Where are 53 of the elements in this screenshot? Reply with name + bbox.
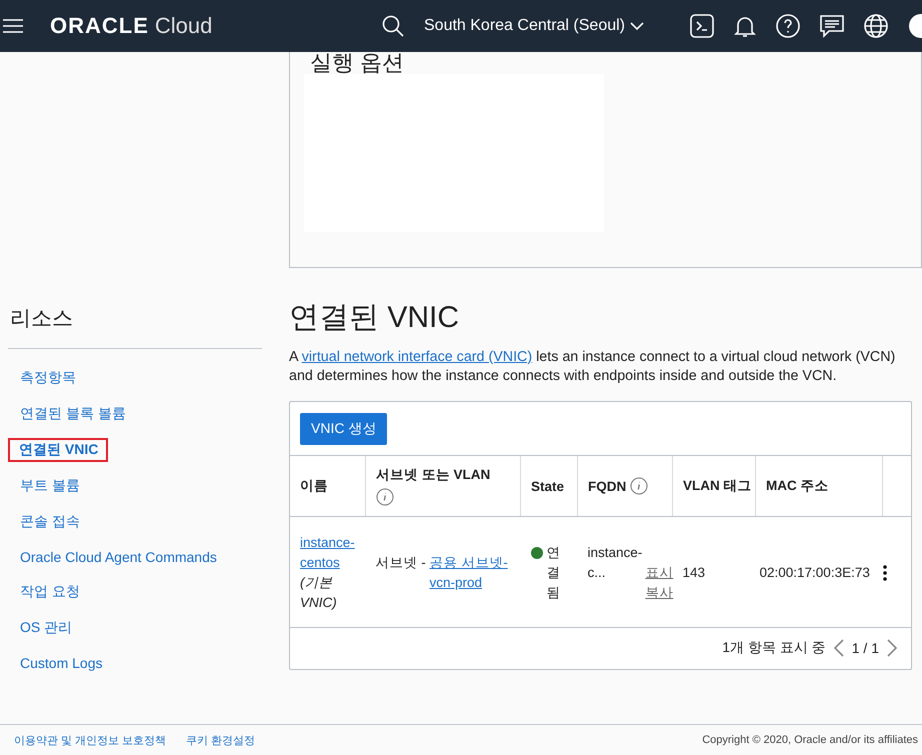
description-text: A virtual network interface card (VNIC) lets an instance connect to a virtual cloud network (VCN) and determines how the instance connects with endpoints inside and outside the VCN. [289, 348, 896, 386]
bell-icon[interactable] [734, 14, 756, 38]
more-icon[interactable] [882, 565, 886, 581]
table-cell: 서브넷 - 공용 서브넷-vcn-prod [376, 553, 512, 593]
table-cell: 143 [682, 565, 706, 580]
menu-icon[interactable] [2, 18, 24, 34]
chevron-down-icon[interactable] [630, 22, 644, 30]
item-count: 1개 항목 표시 중 [722, 639, 826, 657]
sidebar-link[interactable]: 부트 볼륨 [8, 468, 261, 504]
sidebar-title: 리소스 [8, 302, 262, 349]
column-header: State [531, 478, 564, 494]
sidebar-link[interactable]: 연결된 블록 볼륨 [8, 396, 261, 432]
copy-link[interactable]: 복사 [645, 583, 674, 603]
table-cell-text: (기본 VNIC) [300, 574, 338, 612]
sidebar-link[interactable]: 측정항목 [8, 360, 261, 396]
vnic-link[interactable]: virtual network interface card (VNIC) [302, 349, 532, 365]
sidebar-link[interactable]: 콘솔 접속 [8, 504, 261, 540]
subnet-link[interactable]: 공용 서브넷-vcn-prod [430, 553, 510, 593]
globe-icon[interactable] [864, 14, 888, 38]
avatar-icon[interactable] [908, 13, 922, 39]
search-icon[interactable] [382, 15, 404, 37]
footer-link[interactable]: 이용약관 및 개인정보 보호정책 [14, 732, 166, 748]
panel-heading: 실행 옵션 [309, 52, 406, 74]
sidebar-link[interactable]: 연결된 VNIC [8, 438, 108, 462]
column-header: 이름 [300, 477, 328, 495]
chat-icon[interactable] [820, 14, 844, 38]
help-icon[interactable] [776, 14, 800, 38]
column-header: FQDN [588, 478, 626, 494]
page-indicator: 1 / 1 [852, 640, 879, 656]
column-header: 서브넷 또는 VLAN [376, 466, 490, 484]
terminal-icon[interactable] [690, 14, 714, 38]
section-title: 연결된 VNIC [289, 300, 460, 336]
sidebar-link[interactable]: OS 관리 [8, 610, 261, 646]
region-selector[interactable]: South Korea Central (Seoul) [424, 17, 670, 35]
sidebar-link[interactable]: Custom Logs [8, 646, 261, 680]
sidebar-link[interactable]: 작업 요청 [8, 574, 261, 610]
column-header: MAC 주소 [766, 477, 828, 495]
status-text: 연결됨 [546, 544, 562, 602]
table-cell: 02:00:17:00:3E:73 [760, 565, 870, 580]
show-link[interactable]: 표시 [645, 563, 674, 583]
vnic-name-link[interactable]: instance-centos [300, 533, 357, 573]
create-vnic-button[interactable]: VNIC 생성 [300, 413, 388, 445]
logo-text: ORACLE [50, 13, 149, 39]
next-page-icon[interactable] [887, 639, 897, 657]
column-header: VLAN 태그 [683, 477, 752, 495]
sidebar-link[interactable]: Oracle Cloud Agent Commands [8, 540, 261, 574]
product-name: Cloud [154, 13, 212, 39]
footer-link[interactable]: 쿠키 환경설정 [186, 732, 256, 748]
info-icon[interactable] [376, 488, 394, 506]
table-cell-text: instance-c... [588, 544, 642, 582]
copyright-text: Copyright © 2020, Oracle and/or its affiliates [702, 734, 918, 746]
info-icon[interactable] [630, 477, 648, 495]
previous-page-icon[interactable] [834, 639, 844, 657]
